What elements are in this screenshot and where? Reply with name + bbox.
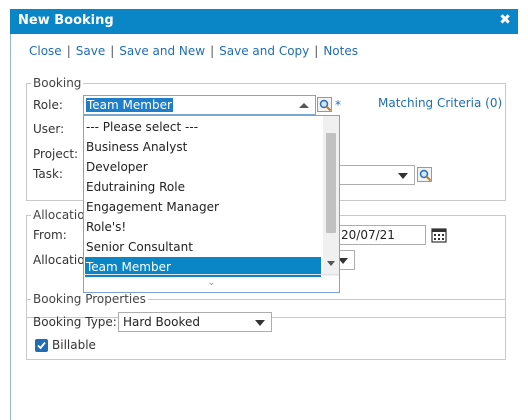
role-select[interactable]: Team Member bbox=[83, 95, 316, 115]
dropdown-option[interactable]: Business Analyst bbox=[85, 137, 321, 157]
magnifier-icon[interactable] bbox=[317, 97, 332, 112]
notes-link[interactable]: Notes bbox=[323, 44, 358, 58]
chevron-down-icon bbox=[398, 173, 408, 179]
from-label: From: bbox=[33, 228, 67, 242]
billable-checkbox[interactable] bbox=[35, 339, 48, 352]
separator: | bbox=[210, 44, 215, 58]
user-label: User: bbox=[33, 122, 65, 136]
role-label: Role: bbox=[33, 98, 63, 112]
calendar-icon[interactable] bbox=[431, 227, 447, 243]
matching-criteria-link[interactable]: Matching Criteria (0) bbox=[378, 96, 502, 110]
dropdown-option[interactable]: Developer bbox=[85, 157, 321, 177]
chevron-down-icon bbox=[255, 320, 265, 326]
separator: | bbox=[66, 44, 71, 58]
to-date-value: 20/07/21 bbox=[341, 228, 395, 242]
save-link[interactable]: Save bbox=[76, 44, 105, 58]
dropdown-option[interactable]: --- Please select --- bbox=[85, 117, 321, 137]
toolbar: Close | Save | Save and New | Save and Copy | No… bbox=[29, 44, 358, 58]
booking-type-select[interactable]: Hard Booked bbox=[118, 312, 272, 332]
project-label: Project: bbox=[33, 147, 79, 161]
close-link[interactable]: Close bbox=[29, 44, 62, 58]
save-and-new-link[interactable]: Save and New bbox=[119, 44, 205, 58]
dropdown-scroll-thumb[interactable] bbox=[326, 133, 336, 233]
task-label: Task: bbox=[33, 167, 63, 181]
required-marker: * bbox=[335, 98, 341, 112]
scroll-down-icon[interactable] bbox=[327, 261, 335, 266]
role-selected-value: Team Member bbox=[86, 98, 173, 112]
chevron-up-icon bbox=[299, 103, 309, 108]
dropdown-option[interactable]: Edutraining Role bbox=[85, 177, 321, 197]
dropdown-option[interactable]: Engagement Manager bbox=[85, 197, 321, 217]
check-icon bbox=[37, 341, 46, 350]
booking-properties-legend: Booking Properties bbox=[33, 292, 146, 306]
dropdown-option[interactable]: Role's! bbox=[85, 217, 321, 237]
save-and-copy-link[interactable]: Save and Copy bbox=[219, 44, 309, 58]
separator: | bbox=[314, 44, 319, 58]
allocation-label: Allocatio bbox=[33, 253, 85, 267]
billable-label: Billable bbox=[52, 338, 96, 352]
booking-type-label: Booking Type: bbox=[33, 315, 117, 329]
chevron-down-icon[interactable]: ⌄ bbox=[84, 274, 339, 292]
dialog-titlebar: New Booking ✖ bbox=[10, 9, 518, 34]
magnifier-icon[interactable] bbox=[417, 167, 432, 182]
dialog-body: Close | Save | Save and New | Save and Copy | No… bbox=[10, 34, 518, 420]
dialog-title: New Booking bbox=[18, 13, 114, 28]
allocation-legend: Allocatio bbox=[33, 208, 85, 222]
booking-legend: Booking bbox=[33, 76, 82, 90]
role-dropdown-list: --- Please select --- Business Analyst D… bbox=[83, 115, 340, 293]
booking-type-value: Hard Booked bbox=[123, 315, 200, 329]
close-icon[interactable]: ✖ bbox=[499, 12, 511, 28]
dropdown-option[interactable]: Senior Consultant bbox=[85, 237, 321, 257]
separator: | bbox=[110, 44, 115, 58]
